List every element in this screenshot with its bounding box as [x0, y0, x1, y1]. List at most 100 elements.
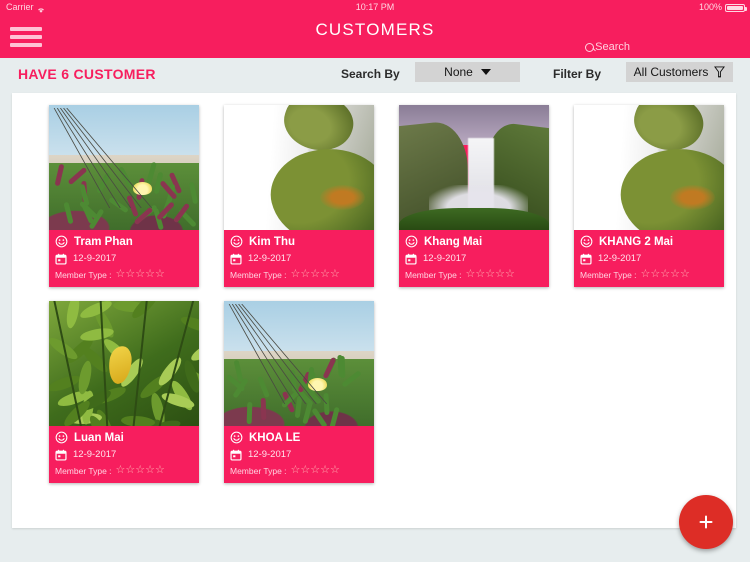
- customer-photo: [574, 105, 724, 230]
- member-type-row: Member Type : ☆ ☆ ☆ ☆ ☆: [55, 465, 193, 476]
- calendar-icon: [55, 448, 67, 460]
- card-row: Luan Mai 12-9-2017 Member Type : ☆ ☆ ☆ ☆ ☆ KHOA …: [49, 301, 724, 483]
- smiley-face-icon: [580, 235, 593, 248]
- customer-photo: [224, 301, 374, 426]
- star-icon[interactable]: ☆: [485, 269, 495, 280]
- content-panel: Tram Phan 12-9-2017 Member Type : ☆ ☆ ☆ ☆ ☆ Kim …: [12, 93, 736, 528]
- search-button[interactable]: Search: [585, 41, 630, 53]
- calendar-icon: [230, 448, 242, 460]
- status-bar: Carrier 10:17 PM 100%: [0, 0, 750, 14]
- star-icon[interactable]: ☆: [300, 465, 310, 476]
- customer-date: 12-9-2017: [423, 253, 466, 264]
- customer-name: KHOA LE: [249, 432, 300, 444]
- smiley-face-icon: [230, 235, 243, 248]
- star-icon[interactable]: ☆: [291, 269, 301, 280]
- member-type-rating[interactable]: ☆ ☆ ☆ ☆ ☆: [641, 269, 690, 280]
- star-icon[interactable]: ☆: [660, 269, 670, 280]
- star-icon[interactable]: ☆: [310, 465, 320, 476]
- member-type-row: Member Type : ☆ ☆ ☆ ☆ ☆: [405, 269, 543, 280]
- member-type-rating[interactable]: ☆ ☆ ☆ ☆ ☆: [291, 269, 340, 280]
- star-icon[interactable]: ☆: [650, 269, 660, 280]
- star-icon[interactable]: ☆: [495, 269, 505, 280]
- star-icon[interactable]: ☆: [135, 269, 145, 280]
- star-icon[interactable]: ☆: [155, 465, 165, 476]
- star-icon[interactable]: ☆: [291, 465, 301, 476]
- calendar-icon: [580, 252, 592, 264]
- star-icon[interactable]: ☆: [300, 269, 310, 280]
- customer-name: Kim Thu: [249, 236, 295, 248]
- member-type-rating[interactable]: ☆ ☆ ☆ ☆ ☆: [116, 465, 165, 476]
- filter-by-label: Filter By: [553, 67, 601, 81]
- member-type-row: Member Type : ☆ ☆ ☆ ☆ ☆: [580, 269, 718, 280]
- star-icon[interactable]: ☆: [135, 465, 145, 476]
- customer-photo: [49, 105, 199, 230]
- star-icon[interactable]: ☆: [475, 269, 485, 280]
- navigation-bar: CUSTOMERS Search: [0, 14, 750, 58]
- star-icon[interactable]: ☆: [116, 465, 126, 476]
- star-icon[interactable]: ☆: [320, 269, 330, 280]
- smiley-face-icon: [55, 431, 68, 444]
- calendar-icon: [405, 252, 417, 264]
- smiley-face-icon: [55, 235, 68, 248]
- chevron-down-icon: [481, 69, 491, 75]
- page-title: CUSTOMERS: [0, 20, 750, 40]
- customer-photo: [399, 105, 549, 230]
- add-customer-fab[interactable]: [679, 495, 733, 549]
- member-type-row: Member Type : ☆ ☆ ☆ ☆ ☆: [230, 269, 368, 280]
- member-type-label: Member Type :: [230, 466, 287, 476]
- star-icon[interactable]: ☆: [320, 465, 330, 476]
- customer-date-row: 12-9-2017: [230, 252, 368, 264]
- customer-date-row: 12-9-2017: [230, 448, 368, 460]
- star-icon[interactable]: ☆: [155, 269, 165, 280]
- star-icon[interactable]: ☆: [145, 465, 155, 476]
- member-type-label: Member Type :: [55, 466, 112, 476]
- customer-date: 12-9-2017: [248, 253, 291, 264]
- funnel-filter-icon: [714, 66, 725, 78]
- customer-name-row: Luan Mai: [55, 431, 193, 444]
- search-by-dropdown[interactable]: None: [415, 62, 520, 82]
- calendar-icon: [55, 252, 67, 264]
- customer-name: Tram Phan: [74, 236, 133, 248]
- member-type-row: Member Type : ☆ ☆ ☆ ☆ ☆: [55, 269, 193, 280]
- customer-card-grid: Tram Phan 12-9-2017 Member Type : ☆ ☆ ☆ ☆ ☆ Kim …: [49, 105, 724, 497]
- customer-card-body: KHANG 2 Mai 12-9-2017 Member Type : ☆ ☆ ☆ ☆ ☆: [574, 230, 724, 287]
- customer-name-row: KHANG 2 Mai: [580, 235, 718, 248]
- customer-card[interactable]: KHOA LE 12-9-2017 Member Type : ☆ ☆ ☆ ☆ ☆: [224, 301, 374, 483]
- star-icon[interactable]: ☆: [330, 269, 340, 280]
- star-icon[interactable]: ☆: [680, 269, 690, 280]
- calendar-icon: [230, 252, 242, 264]
- star-icon[interactable]: ☆: [310, 269, 320, 280]
- member-type-rating[interactable]: ☆ ☆ ☆ ☆ ☆: [291, 465, 340, 476]
- star-icon[interactable]: ☆: [330, 465, 340, 476]
- customer-date-row: 12-9-2017: [55, 252, 193, 264]
- star-icon[interactable]: ☆: [116, 269, 126, 280]
- star-icon[interactable]: ☆: [125, 269, 135, 280]
- customer-card-body: KHOA LE 12-9-2017 Member Type : ☆ ☆ ☆ ☆ ☆: [224, 426, 374, 483]
- star-icon[interactable]: ☆: [670, 269, 680, 280]
- customer-card[interactable]: Khang Mai 12-9-2017 Member Type : ☆ ☆ ☆ ☆ ☆: [399, 105, 549, 287]
- search-by-value: None: [444, 65, 473, 79]
- smiley-face-icon: [230, 431, 243, 444]
- star-icon[interactable]: ☆: [125, 465, 135, 476]
- star-icon[interactable]: ☆: [505, 269, 515, 280]
- customer-card-body: Khang Mai 12-9-2017 Member Type : ☆ ☆ ☆ ☆ ☆: [399, 230, 549, 287]
- filter-by-dropdown[interactable]: All Customers: [626, 62, 733, 82]
- member-type-rating[interactable]: ☆ ☆ ☆ ☆ ☆: [466, 269, 515, 280]
- customer-card[interactable]: KHANG 2 Mai 12-9-2017 Member Type : ☆ ☆ ☆ ☆ ☆: [574, 105, 724, 287]
- customer-photo: [49, 301, 199, 426]
- star-icon[interactable]: ☆: [466, 269, 476, 280]
- member-type-label: Member Type :: [55, 270, 112, 280]
- customer-date-row: 12-9-2017: [580, 252, 718, 264]
- customer-date-row: 12-9-2017: [55, 448, 193, 460]
- app-root: Carrier 10:17 PM 100% CUSTOMERS Search H…: [0, 0, 750, 562]
- battery-percent-label: 100%: [699, 0, 722, 14]
- member-type-rating[interactable]: ☆ ☆ ☆ ☆ ☆: [116, 269, 165, 280]
- customer-card[interactable]: Kim Thu 12-9-2017 Member Type : ☆ ☆ ☆ ☆ ☆: [224, 105, 374, 287]
- customer-card[interactable]: Tram Phan 12-9-2017 Member Type : ☆ ☆ ☆ ☆ ☆: [49, 105, 199, 287]
- customer-name: KHANG 2 Mai: [599, 236, 673, 248]
- customer-card[interactable]: Luan Mai 12-9-2017 Member Type : ☆ ☆ ☆ ☆ ☆: [49, 301, 199, 483]
- star-icon[interactable]: ☆: [145, 269, 155, 280]
- customer-card-body: Luan Mai 12-9-2017 Member Type : ☆ ☆ ☆ ☆ ☆: [49, 426, 199, 483]
- search-by-label: Search By: [341, 67, 400, 81]
- star-icon[interactable]: ☆: [641, 269, 651, 280]
